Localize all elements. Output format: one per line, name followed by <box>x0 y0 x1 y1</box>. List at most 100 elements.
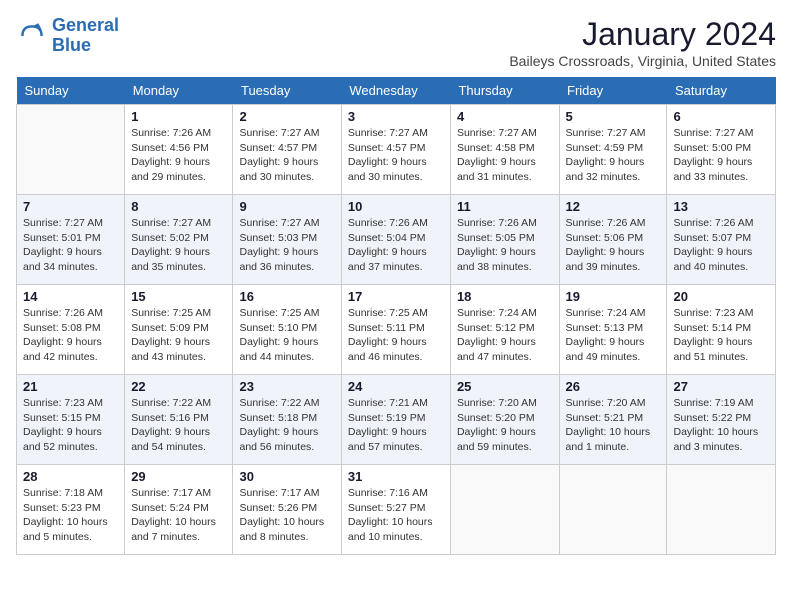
title-block: January 2024 Baileys Crossroads, Virgini… <box>509 16 776 69</box>
calendar-cell <box>559 465 667 555</box>
day-number: 23 <box>239 379 334 394</box>
calendar-cell: 2Sunrise: 7:27 AMSunset: 4:57 PMDaylight… <box>233 105 341 195</box>
cell-content: Sunrise: 7:27 AMSunset: 5:01 PMDaylight:… <box>23 216 118 275</box>
calendar-cell: 23 Sunrise: 7:22 AMSunset: 5:18 PMDayligh… <box>233 375 341 465</box>
day-number: 21 <box>23 379 118 394</box>
logo-icon <box>16 20 48 52</box>
day-number: 26 <box>566 379 661 394</box>
day-number: 2 <box>239 109 334 124</box>
day-number: 22 <box>131 379 226 394</box>
cell-content: Sunrise: 7:22 AMSunset: 5:16 PMDaylight:… <box>131 396 226 455</box>
day-number: 1 <box>131 109 226 124</box>
calendar-cell: 30 Sunrise: 7:17 AMSunset: 5:26 PMDayligh… <box>233 465 341 555</box>
header-monday: Monday <box>125 77 233 105</box>
cell-content: Sunrise: 7:20 AMSunset: 5:20 PMDaylight:… <box>457 396 553 455</box>
day-number: 11 <box>457 199 553 214</box>
day-number: 17 <box>348 289 444 304</box>
calendar-table: SundayMondayTuesdayWednesdayThursdayFrid… <box>16 77 776 555</box>
calendar-cell: 6 Sunrise: 7:27 AMSunset: 5:00 PMDaylight… <box>667 105 776 195</box>
header-thursday: Thursday <box>450 77 559 105</box>
calendar-cell: 29 Sunrise: 7:17 AMSunset: 5:24 PMDayligh… <box>125 465 233 555</box>
day-number: 20 <box>673 289 769 304</box>
day-number: 5 <box>566 109 661 124</box>
day-number: 8 <box>131 199 226 214</box>
calendar-cell: 3 Sunrise: 7:27 AMSunset: 4:57 PMDaylight… <box>341 105 450 195</box>
day-number: 18 <box>457 289 553 304</box>
day-number: 7 <box>23 199 118 214</box>
calendar-cell: 13 Sunrise: 7:26 AMSunset: 5:07 PMDayligh… <box>667 195 776 285</box>
logo-line1: General <box>52 15 119 35</box>
calendar-week-row: 14 Sunrise: 7:26 AMSunset: 5:08 PMDayligh… <box>17 285 776 375</box>
day-number: 13 <box>673 199 769 214</box>
calendar-cell: 12Sunrise: 7:26 AMSunset: 5:06 PMDayligh… <box>559 195 667 285</box>
cell-content: Sunrise: 7:27 AMSunset: 5:00 PMDaylight:… <box>673 126 769 185</box>
cell-content: Sunrise: 7:22 AMSunset: 5:18 PMDaylight:… <box>239 396 334 455</box>
day-number: 9 <box>239 199 334 214</box>
cell-content: Sunrise: 7:23 AMSunset: 5:14 PMDaylight:… <box>673 306 769 365</box>
calendar-cell: 25Sunrise: 7:20 AMSunset: 5:20 PMDayligh… <box>450 375 559 465</box>
cell-content: Sunrise: 7:27 AMSunset: 4:58 PMDaylight:… <box>457 126 553 185</box>
header-sunday: Sunday <box>17 77 125 105</box>
day-number: 3 <box>348 109 444 124</box>
calendar-cell <box>450 465 559 555</box>
calendar-cell: 10Sunrise: 7:26 AMSunset: 5:04 PMDayligh… <box>341 195 450 285</box>
calendar-week-row: 28 Sunrise: 7:18 AMSunset: 5:23 PMDayligh… <box>17 465 776 555</box>
header-wednesday: Wednesday <box>341 77 450 105</box>
cell-content: Sunrise: 7:25 AMSunset: 5:10 PMDaylight:… <box>239 306 334 365</box>
location-title: Baileys Crossroads, Virginia, United Sta… <box>509 53 776 69</box>
calendar-cell: 22 Sunrise: 7:22 AMSunset: 5:16 PMDayligh… <box>125 375 233 465</box>
calendar-cell: 19 Sunrise: 7:24 AMSunset: 5:13 PMDayligh… <box>559 285 667 375</box>
cell-content: Sunrise: 7:25 AMSunset: 5:09 PMDaylight:… <box>131 306 226 365</box>
cell-content: Sunrise: 7:27 AMSunset: 4:59 PMDaylight:… <box>566 126 661 185</box>
calendar-cell: 26 Sunrise: 7:20 AMSunset: 5:21 PMDayligh… <box>559 375 667 465</box>
day-number: 30 <box>239 469 334 484</box>
day-number: 10 <box>348 199 444 214</box>
logo-text-block: General Blue <box>52 16 119 56</box>
calendar-cell: 17 Sunrise: 7:25 AMSunset: 5:11 PMDayligh… <box>341 285 450 375</box>
header-saturday: Saturday <box>667 77 776 105</box>
calendar-cell: 4 Sunrise: 7:27 AMSunset: 4:58 PMDaylight… <box>450 105 559 195</box>
calendar-cell: 8Sunrise: 7:27 AMSunset: 5:02 PMDaylight… <box>125 195 233 285</box>
day-number: 14 <box>23 289 118 304</box>
day-number: 19 <box>566 289 661 304</box>
calendar-week-row: 7 Sunrise: 7:27 AMSunset: 5:01 PMDaylight… <box>17 195 776 285</box>
calendar-cell: 1Sunrise: 7:26 AMSunset: 4:56 PMDaylight… <box>125 105 233 195</box>
cell-content: Sunrise: 7:17 AMSunset: 5:26 PMDaylight:… <box>239 486 334 545</box>
cell-content: Sunrise: 7:26 AMSunset: 5:05 PMDaylight:… <box>457 216 553 275</box>
cell-content: Sunrise: 7:24 AMSunset: 5:13 PMDaylight:… <box>566 306 661 365</box>
logo-name: General Blue <box>52 16 119 56</box>
calendar-cell: 28 Sunrise: 7:18 AMSunset: 5:23 PMDayligh… <box>17 465 125 555</box>
calendar-cell: 24Sunrise: 7:21 AMSunset: 5:19 PMDayligh… <box>341 375 450 465</box>
header-tuesday: Tuesday <box>233 77 341 105</box>
cell-content: Sunrise: 7:20 AMSunset: 5:21 PMDaylight:… <box>566 396 661 455</box>
month-title: January 2024 <box>509 16 776 53</box>
cell-content: Sunrise: 7:23 AMSunset: 5:15 PMDaylight:… <box>23 396 118 455</box>
day-number: 28 <box>23 469 118 484</box>
calendar-cell: 18 Sunrise: 7:24 AMSunset: 5:12 PMDayligh… <box>450 285 559 375</box>
calendar-week-row: 21 Sunrise: 7:23 AMSunset: 5:15 PMDayligh… <box>17 375 776 465</box>
cell-content: Sunrise: 7:26 AMSunset: 5:08 PMDaylight:… <box>23 306 118 365</box>
cell-content: Sunrise: 7:26 AMSunset: 5:07 PMDaylight:… <box>673 216 769 275</box>
day-number: 4 <box>457 109 553 124</box>
calendar-cell: 5 Sunrise: 7:27 AMSunset: 4:59 PMDaylight… <box>559 105 667 195</box>
day-number: 24 <box>348 379 444 394</box>
cell-content: Sunrise: 7:17 AMSunset: 5:24 PMDaylight:… <box>131 486 226 545</box>
day-number: 6 <box>673 109 769 124</box>
calendar-cell: 31Sunrise: 7:16 AMSunset: 5:27 PMDayligh… <box>341 465 450 555</box>
calendar-header-row: SundayMondayTuesdayWednesdayThursdayFrid… <box>17 77 776 105</box>
cell-content: Sunrise: 7:27 AMSunset: 4:57 PMDaylight:… <box>348 126 444 185</box>
calendar-cell <box>667 465 776 555</box>
day-number: 16 <box>239 289 334 304</box>
calendar-cell: 27Sunrise: 7:19 AMSunset: 5:22 PMDayligh… <box>667 375 776 465</box>
day-number: 29 <box>131 469 226 484</box>
calendar-cell: 21 Sunrise: 7:23 AMSunset: 5:15 PMDayligh… <box>17 375 125 465</box>
page-header: General Blue January 2024 Baileys Crossr… <box>16 16 776 69</box>
calendar-cell: 7 Sunrise: 7:27 AMSunset: 5:01 PMDaylight… <box>17 195 125 285</box>
cell-content: Sunrise: 7:24 AMSunset: 5:12 PMDaylight:… <box>457 306 553 365</box>
cell-content: Sunrise: 7:16 AMSunset: 5:27 PMDaylight:… <box>348 486 444 545</box>
cell-content: Sunrise: 7:18 AMSunset: 5:23 PMDaylight:… <box>23 486 118 545</box>
cell-content: Sunrise: 7:25 AMSunset: 5:11 PMDaylight:… <box>348 306 444 365</box>
calendar-cell: 15Sunrise: 7:25 AMSunset: 5:09 PMDayligh… <box>125 285 233 375</box>
calendar-week-row: 1Sunrise: 7:26 AMSunset: 4:56 PMDaylight… <box>17 105 776 195</box>
day-number: 12 <box>566 199 661 214</box>
